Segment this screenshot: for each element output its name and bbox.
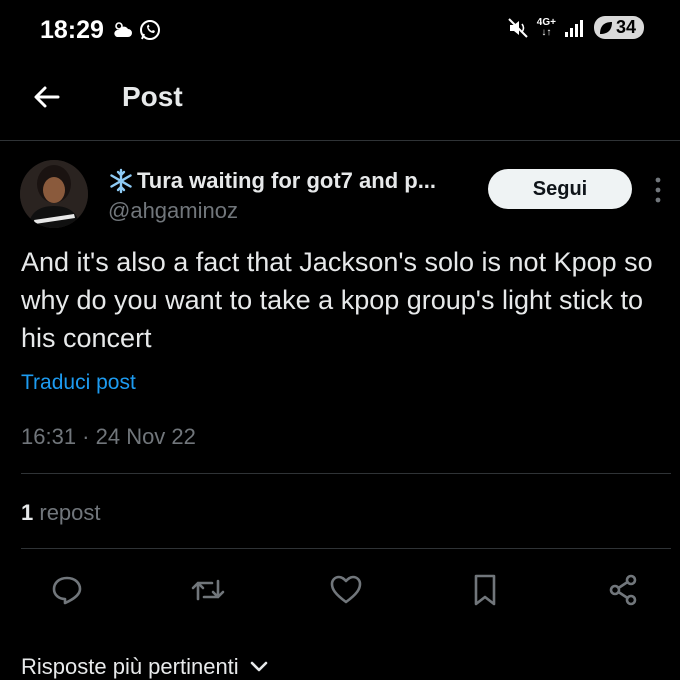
like-button[interactable]: [326, 568, 366, 612]
network-4g-icon: 4G+ ↓↑: [536, 16, 556, 38]
chevron-down-icon: [250, 661, 267, 672]
post-timestamp[interactable]: 16:31 · 24 Nov 22: [21, 424, 196, 450]
weather-cloud-icon: [114, 22, 132, 37]
repost-button[interactable]: [188, 568, 228, 612]
repost-icon: [191, 579, 225, 601]
whatsapp-icon: [140, 20, 160, 40]
repost-count[interactable]: 1 repost: [21, 500, 101, 526]
replies-sort-label: Risposte più pertinenti: [21, 654, 239, 679]
author-name[interactable]: Tura waiting for got7 and p...: [108, 168, 436, 194]
translate-link[interactable]: Traduci post: [21, 371, 136, 395]
divider: [21, 548, 671, 549]
avatar-photo: [20, 160, 88, 228]
arrow-left-icon: [34, 86, 60, 108]
follow-button[interactable]: Segui: [488, 169, 632, 209]
author-handle[interactable]: @ahgaminoz: [108, 198, 238, 224]
replies-sort-dropdown[interactable]: Risposte più pertinenti: [21, 654, 269, 680]
clock: 18:29: [40, 16, 104, 44]
author-name-text: Tura waiting for got7 and p...: [137, 168, 437, 193]
leaf-icon: [599, 21, 612, 34]
bookmark-icon: [474, 574, 496, 606]
more-vertical-icon: [655, 177, 661, 203]
status-bar: 18:29 4G+ ↓↑ 34: [0, 0, 680, 60]
battery-icon: 34: [593, 16, 644, 39]
share-button[interactable]: [603, 568, 643, 612]
avatar[interactable]: [20, 160, 88, 228]
divider: [21, 473, 671, 474]
reply-icon: [52, 576, 82, 605]
page-title: Post: [122, 81, 183, 112]
more-options-button[interactable]: [650, 174, 666, 206]
share-icon: [609, 574, 637, 606]
repost-count-number: 1: [21, 500, 34, 525]
post-text: And it's also a fact that Jackson's solo…: [21, 247, 653, 353]
action-bar: [0, 568, 680, 612]
like-icon: [330, 575, 362, 604]
bookmark-button[interactable]: [465, 568, 505, 612]
signal-icon: [564, 19, 583, 37]
system-icons: 4G+ ↓↑ 34: [507, 16, 644, 39]
snowflake-icon: [110, 168, 132, 194]
repost-count-label: repost: [39, 500, 101, 525]
battery-level: 34: [615, 17, 636, 37]
back-button[interactable]: [30, 80, 64, 114]
app-header: Post: [0, 60, 680, 141]
notification-icons: [112, 18, 162, 42]
reply-button[interactable]: [47, 568, 87, 612]
mute-icon: [508, 17, 528, 38]
